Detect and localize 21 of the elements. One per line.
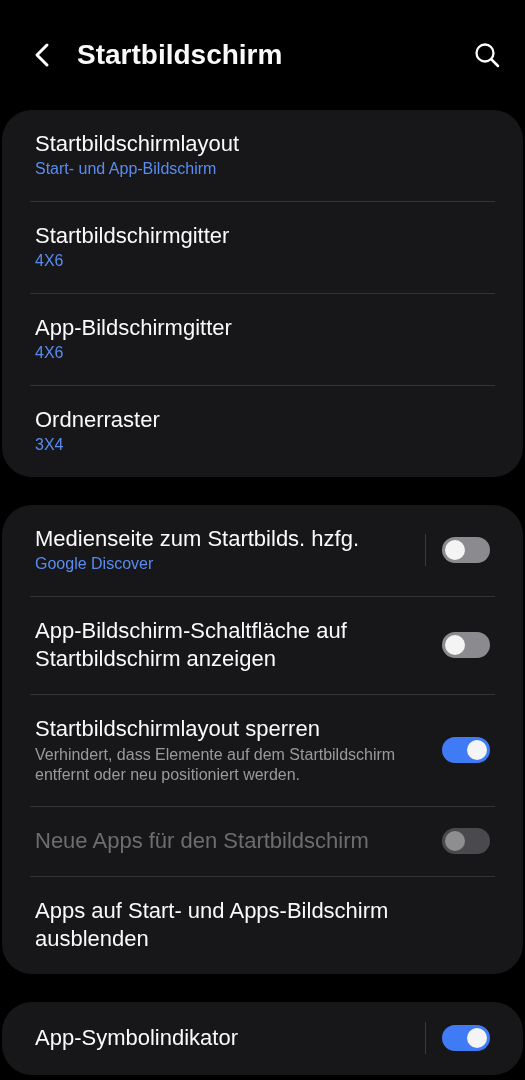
toggle-switch[interactable] [442,632,490,658]
setting-title[interactable]: App-Bildschirmgitter [35,314,490,342]
page-title: Startbildschirm [77,39,284,71]
setting-title[interactable]: Startbildschirmgitter [35,222,490,250]
toggle-switch[interactable] [442,1025,490,1051]
toggle-switch[interactable] [442,537,490,563]
setting-value: 3X4 [35,435,65,455]
toggle-switch[interactable] [442,737,490,763]
search-icon[interactable] [473,41,501,69]
setting-value: Google Discover [35,554,155,574]
setting-title[interactable]: Apps auf Start- und Apps-Bildschirm ausblenden [35,897,490,953]
setting-description: Verhindert, dass Elemente auf dem Startbildschirm entfernt oder neu positioniert werden. [35,745,397,785]
setting-value: Start- und App-Bildschirm [35,159,218,179]
setting-title[interactable]: Startbildschirmlayout [35,130,490,158]
setting-title[interactable]: App-Bildschirm-Schaltfläche auf Startbildschirm anzeigen [35,617,426,673]
setting-title[interactable]: Startbildschirmlayout sperren [35,715,426,743]
setting-title[interactable]: App-Symbolindikator [35,1024,413,1052]
setting-value: 4X6 [35,251,65,271]
setting-title[interactable]: Ordnerraster [35,406,490,434]
setting-value: 4X6 [35,343,65,363]
setting-title[interactable]: Medienseite zum Startbilds. hzfg. [35,525,413,553]
